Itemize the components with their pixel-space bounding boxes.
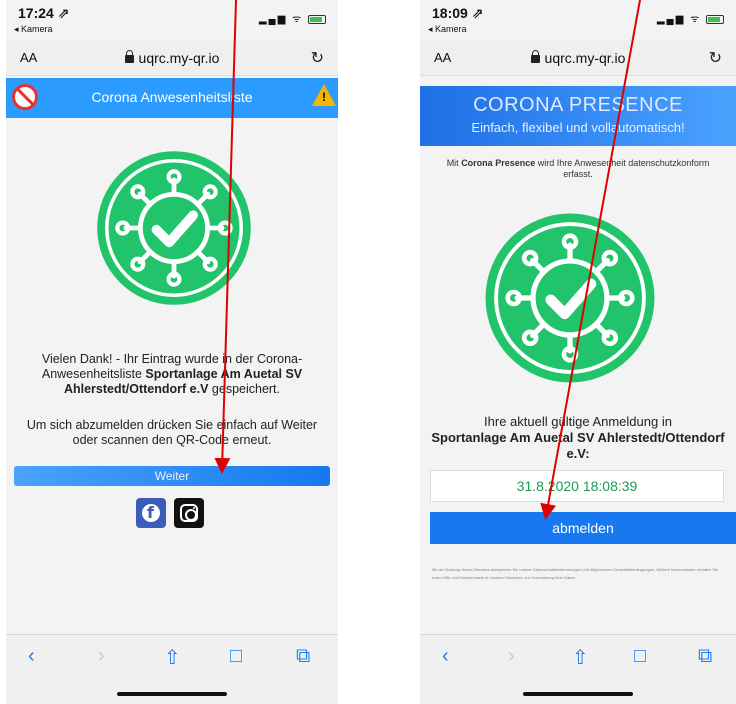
facebook-link[interactable] bbox=[136, 498, 166, 528]
venue-name: Sportanlage Am Auetal SV Ahlerstedt/Otte… bbox=[431, 430, 725, 461]
url-bar[interactable]: AA uqrc.my-qr.io ↻ bbox=[6, 40, 338, 76]
tabs-icon[interactable]: ⧉ bbox=[698, 645, 712, 668]
instagram-link[interactable] bbox=[174, 498, 204, 528]
legal-fine-print: Mit der Nutzung dieses Dienstes akzeptie… bbox=[432, 567, 719, 580]
virus-check-icon bbox=[482, 210, 658, 386]
page-title: Corona Anwesenheitsliste bbox=[91, 89, 253, 105]
url-domain: uqrc.my-qr.io bbox=[138, 50, 220, 66]
lock-icon bbox=[530, 50, 540, 63]
home-indicator bbox=[523, 692, 633, 696]
back-icon[interactable]: ‹ bbox=[28, 645, 35, 668]
page-header: Corona Anwesenheitsliste bbox=[6, 78, 338, 118]
forward-icon[interactable]: › bbox=[98, 645, 105, 668]
registration-info: Ihre aktuell gültige Anmeldung in Sporta… bbox=[430, 414, 726, 462]
lock-icon bbox=[124, 50, 134, 63]
intro-text-start: Mit bbox=[446, 158, 462, 168]
warning-icon[interactable] bbox=[312, 84, 336, 106]
url-bar[interactable]: AA uqrc.my-qr.io ↻ bbox=[420, 40, 736, 76]
confirmation-text-end: gespeichert. bbox=[208, 382, 281, 396]
bookmarks-icon[interactable]: □ bbox=[230, 645, 242, 668]
back-icon[interactable]: ‹ bbox=[442, 645, 449, 668]
instagram-icon bbox=[180, 504, 198, 522]
home-indicator bbox=[117, 692, 227, 696]
brand-header: CORONA PRESENCE Einfach, flexibel und vo… bbox=[420, 86, 736, 146]
status-bar: 18:09 ⇗ ◂ Kamera ▂▄▆ ᯤ bbox=[420, 0, 736, 40]
facebook-icon bbox=[142, 503, 160, 522]
intro-text-end: wird Ihre Anwesenheit datenschutzkonform… bbox=[535, 158, 710, 179]
intro-text: Mit Corona Presence wird Ihre Anwesenhei… bbox=[432, 158, 724, 180]
phone-screenshot-left: 17:24 ⇗ ◂ Kamera ▂▄▆ ᯤ AA uqrc.my-qr.io … bbox=[6, 0, 338, 704]
status-icons: ▂▄▆ ᯤ bbox=[259, 11, 326, 25]
status-icons: ▂▄▆ ᯤ bbox=[657, 11, 724, 25]
logout-hint: Um sich abzumelden drücken Sie einfach a… bbox=[26, 418, 318, 447]
back-to-camera-link[interactable]: ◂ Kamera bbox=[428, 24, 467, 35]
registration-datetime: 31.8.2020 18:08:39 bbox=[430, 470, 724, 502]
abmelden-button[interactable]: abmelden bbox=[430, 512, 736, 544]
registration-label: Ihre aktuell gültige Anmeldung in bbox=[484, 414, 672, 429]
confirmation-message: Vielen Dank! - Ihr Eintrag wurde in der … bbox=[16, 352, 328, 397]
weiter-button[interactable]: Weiter bbox=[14, 466, 330, 486]
safari-toolbar: ‹ › ⇧ □ ⧉ bbox=[420, 634, 736, 704]
tabs-icon[interactable]: ⧉ bbox=[296, 645, 310, 668]
status-time: 17:24 ⇗ bbox=[18, 5, 70, 21]
signal-wifi-icon: ▂▄▆ ᯤ bbox=[656, 14, 702, 25]
reload-icon[interactable]: ↻ bbox=[709, 48, 722, 68]
brand-subtitle: Einfach, flexibel und vollautomatisch! bbox=[471, 120, 685, 135]
url-domain: uqrc.my-qr.io bbox=[544, 50, 626, 66]
battery-icon bbox=[706, 14, 724, 24]
safari-toolbar: ‹ › ⇧ □ ⧉ bbox=[6, 634, 338, 704]
phone-screenshot-right: 18:09 ⇗ ◂ Kamera ▂▄▆ ᯤ AA uqrc.my-qr.io … bbox=[420, 0, 736, 704]
url-display[interactable]: uqrc.my-qr.io bbox=[6, 50, 338, 66]
status-time: 18:09 ⇗ bbox=[432, 5, 484, 21]
share-icon[interactable]: ⇧ bbox=[164, 645, 181, 670]
forward-icon[interactable]: › bbox=[508, 645, 515, 668]
url-display[interactable]: uqrc.my-qr.io bbox=[420, 50, 736, 66]
signal-wifi-icon: ▂▄▆ ᯤ bbox=[258, 14, 304, 25]
back-to-camera-link[interactable]: ◂ Kamera bbox=[14, 24, 53, 35]
virus-check-icon bbox=[94, 148, 254, 308]
share-icon[interactable]: ⇧ bbox=[572, 645, 589, 670]
comparison-stage: 17:24 ⇗ ◂ Kamera ▂▄▆ ᯤ AA uqrc.my-qr.io … bbox=[0, 0, 736, 704]
brand-title: CORONA PRESENCE bbox=[473, 94, 683, 116]
battery-icon bbox=[308, 14, 326, 24]
bookmarks-icon[interactable]: □ bbox=[634, 645, 646, 668]
reload-icon[interactable]: ↻ bbox=[311, 48, 324, 68]
brand-name: Corona Presence bbox=[461, 158, 536, 168]
status-bar: 17:24 ⇗ ◂ Kamera ▂▄▆ ᯤ bbox=[6, 0, 338, 40]
